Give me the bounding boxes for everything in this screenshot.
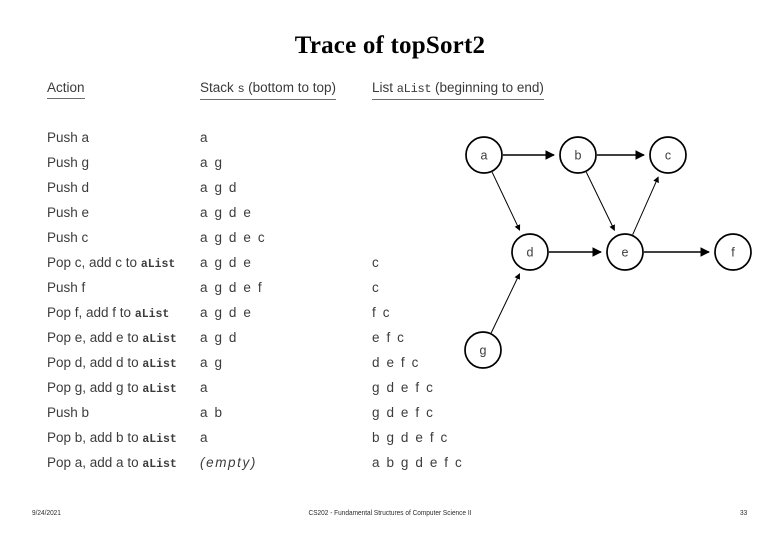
action-text: Push g: [47, 155, 90, 170]
column-header-action: Action: [47, 80, 85, 99]
cell-list: f c: [372, 305, 392, 320]
action-varname: aList: [142, 433, 177, 446]
cell-list: c: [372, 255, 381, 270]
table-header-row: Action Stack s (bottom to top) List aLis…: [47, 80, 567, 104]
table-row: Pop b, add b to aList a b g d e f c: [47, 425, 567, 450]
cell-action: Pop c, add c to aList: [47, 250, 175, 277]
graph-node-g: g: [464, 331, 502, 369]
cell-stack: (empty): [200, 455, 257, 470]
column-header-stack-prefix: Stack: [200, 80, 238, 95]
graph-node-d: d: [511, 233, 549, 271]
cell-action: Push b: [47, 400, 89, 425]
cell-stack: a g d: [200, 180, 239, 195]
action-varname: aList: [142, 358, 177, 371]
node-label: f: [731, 246, 735, 260]
directed-graph-figure: a b c d e f g: [450, 120, 775, 380]
graph-edge-a-d: [491, 171, 521, 231]
column-header-list-prefix: List: [372, 80, 397, 95]
node-label: e: [622, 246, 629, 260]
table-row: Push b a b g d e f c: [47, 400, 567, 425]
cell-stack: a g d e c: [200, 230, 267, 245]
action-text: Push e: [47, 205, 90, 220]
graph-node-b: b: [559, 136, 597, 174]
node-label: b: [575, 149, 582, 163]
footer-page-number: 33: [740, 509, 748, 518]
action-text: Pop a, add a to: [47, 455, 143, 470]
cell-stack: a g d e: [200, 305, 253, 320]
action-text: Pop g, add g to: [47, 380, 143, 395]
cell-stack: a g d: [200, 330, 239, 345]
action-varname: aList: [142, 458, 177, 471]
node-label: g: [480, 344, 487, 358]
graph-node-e: e: [606, 233, 644, 271]
cell-list: e f c: [372, 330, 406, 345]
action-text: Push b: [47, 405, 90, 420]
action-text: Pop b, add b to: [47, 430, 143, 445]
cell-stack: a g d e: [200, 255, 253, 270]
cell-list: a b g d e f c: [372, 455, 464, 470]
column-header-list-suffix: (beginning to end): [431, 80, 544, 95]
cell-action: Pop b, add b to aList: [47, 425, 177, 452]
action-text: Pop e, add e to: [47, 330, 143, 345]
graph-edge-b-e: [585, 171, 615, 231]
node-label: c: [665, 149, 671, 163]
action-varname: aList: [140, 258, 176, 271]
cell-list: g d e f c: [372, 380, 435, 395]
cell-stack: a: [200, 380, 210, 395]
cell-stack: a g: [200, 355, 224, 370]
column-header-stack-suffix: (bottom to top): [244, 80, 336, 95]
column-header-list: List aList (beginning to end): [372, 80, 544, 100]
cell-stack: a g: [200, 155, 224, 170]
action-varname: aList: [142, 333, 177, 346]
graph-svg: a b c d e f g: [464, 136, 752, 369]
cell-action: Pop d, add d to aList: [47, 350, 177, 377]
cell-list: c: [372, 280, 381, 295]
footer-course: CS202 - Fundamental Structures of Comput…: [308, 509, 472, 518]
cell-action: Push d: [47, 175, 89, 200]
node-label: d: [527, 246, 534, 260]
action-text: Pop f, add f to: [47, 305, 135, 320]
graph-edge-e-c: [632, 176, 659, 235]
cell-action: Push a: [47, 125, 89, 150]
action-text: Push f: [47, 280, 86, 295]
cell-action: Pop f, add f to aList: [47, 300, 169, 327]
cell-list: d e f c: [372, 355, 420, 370]
graph-edge-g-d: [490, 273, 521, 334]
cell-action: Pop a, add a to aList: [47, 450, 177, 477]
page-title: Trace of topSort2: [294, 32, 486, 59]
cell-action: Push f: [47, 275, 85, 300]
node-label: a: [481, 149, 488, 163]
graph-node-c: c: [649, 136, 687, 174]
cell-stack: a g d e f: [200, 280, 264, 295]
action-varname: aList: [142, 383, 177, 396]
cell-stack: a g d e: [200, 205, 253, 220]
cell-stack: a: [200, 430, 210, 445]
column-header-list-varname: aList: [396, 82, 432, 96]
slide-footer: 9/24/2021 CS202 - Fundamental Structures…: [0, 508, 780, 524]
cell-list: b g d e f c: [372, 430, 449, 445]
cell-action: Push c: [47, 225, 88, 250]
action-text: Push d: [47, 180, 90, 195]
cell-action: Pop e, add e to aList: [47, 325, 177, 352]
action-text: Pop c, add c to: [47, 255, 141, 270]
action-text: Push c: [47, 230, 89, 245]
column-header-stack: Stack s (bottom to top): [200, 80, 336, 100]
cell-action: Pop g, add g to aList: [47, 375, 177, 402]
action-text: Push a: [47, 130, 90, 145]
cell-stack: a b: [200, 405, 224, 420]
action-varname: aList: [134, 308, 170, 321]
graph-node-a: a: [465, 136, 503, 174]
cell-action: Push e: [47, 200, 89, 225]
cell-list: g d e f c: [372, 405, 435, 420]
graph-node-f: f: [714, 233, 752, 271]
cell-action: Push g: [47, 150, 89, 175]
cell-stack: a: [200, 130, 210, 145]
action-text: Pop d, add d to: [47, 355, 143, 370]
table-row: Pop a, add a to aList (empty) a b g d e f …: [47, 450, 567, 475]
